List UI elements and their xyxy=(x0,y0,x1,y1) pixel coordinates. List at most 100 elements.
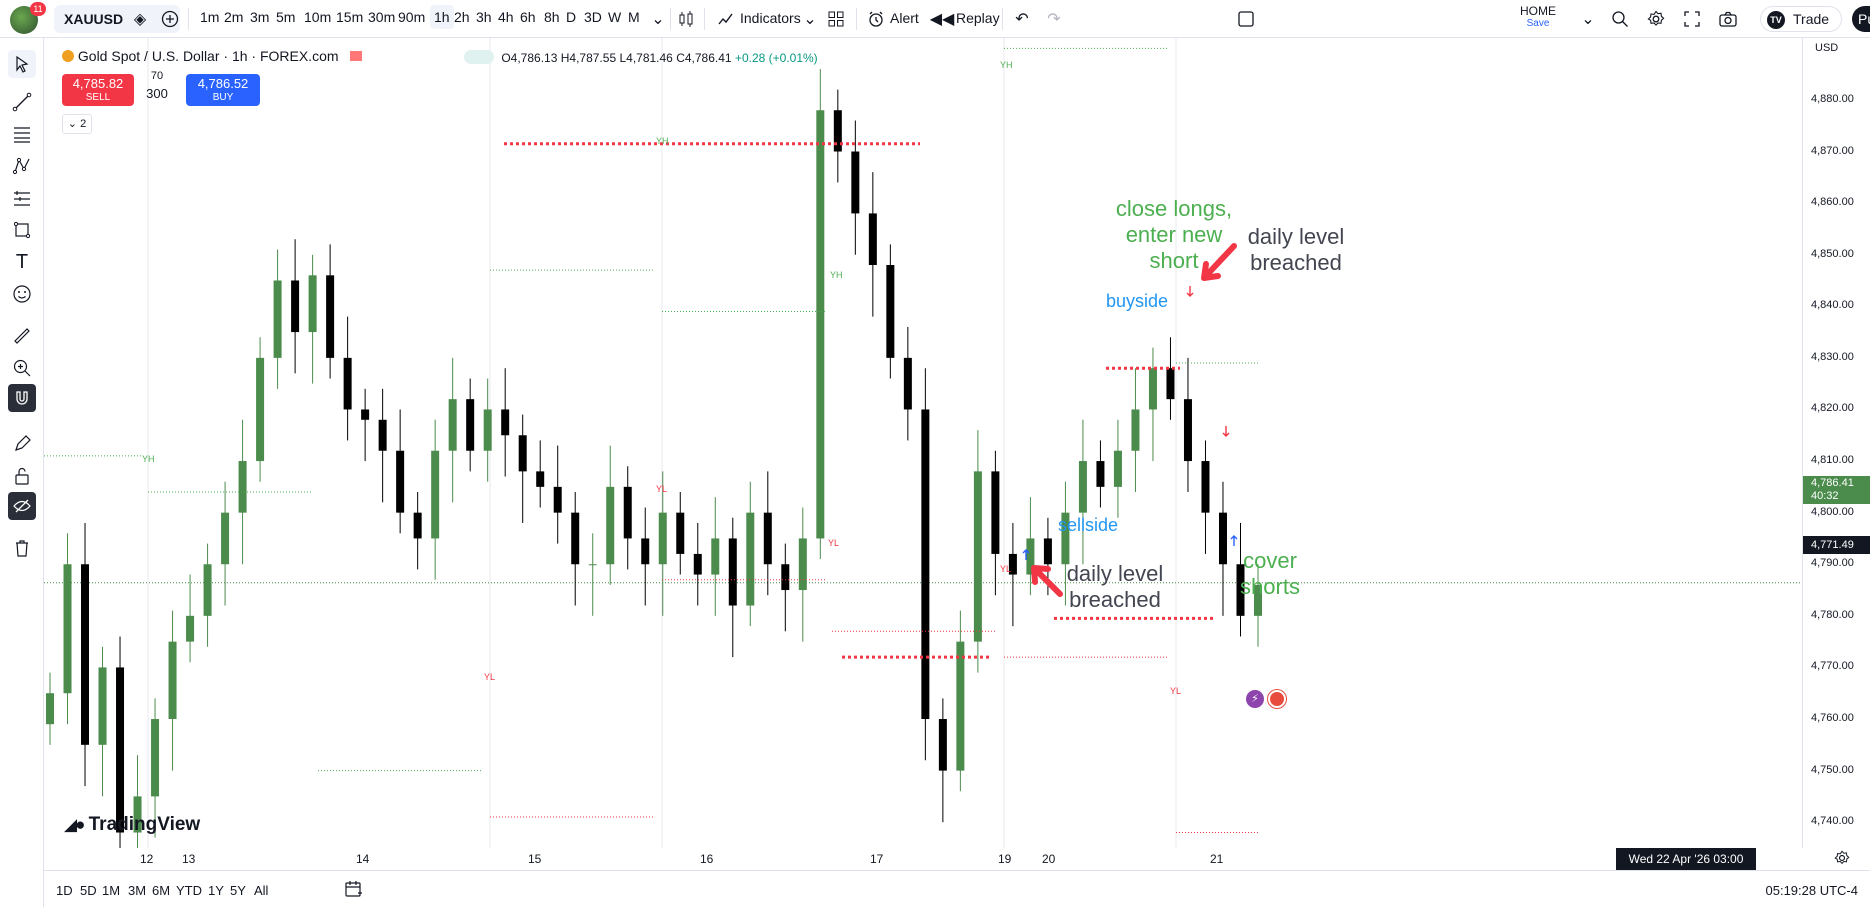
timeframe-3m[interactable]: 3m xyxy=(250,9,269,25)
symbol-search-icon[interactable]: ◈ xyxy=(128,7,152,31)
range-1D[interactable]: 1D xyxy=(56,883,73,898)
forecast-tool-icon[interactable] xyxy=(8,184,36,212)
time-label-13: 13 xyxy=(182,852,196,866)
camera-snapshot-icon[interactable] xyxy=(1716,7,1740,31)
candle-body xyxy=(518,435,527,472)
zoom-in-icon[interactable] xyxy=(8,354,36,382)
lock-drawings-icon[interactable] xyxy=(8,462,36,490)
candle-body xyxy=(168,641,177,720)
candlestick-chart[interactable]: YH YH YH YH YL YL YL YL YL xyxy=(44,38,1802,848)
text-tool-icon[interactable]: T xyxy=(8,248,36,276)
utc-clock[interactable]: 05:19:28 UTC-4 xyxy=(1766,883,1859,898)
legend-ohlc: O4,786.13 H4,787.55 L4,781.46 C4,786.41 … xyxy=(464,50,818,65)
timeframe-W[interactable]: W xyxy=(608,9,621,25)
candle-body xyxy=(308,275,317,333)
range-5D[interactable]: 5D xyxy=(80,883,97,898)
alert-clock-icon[interactable] xyxy=(864,7,888,31)
cursor-tool-icon[interactable] xyxy=(8,50,36,78)
yl-label: YL xyxy=(484,672,495,682)
range-All[interactable]: All xyxy=(254,883,268,898)
annotation-cover-shorts: cover shorts xyxy=(1230,548,1310,600)
price-axis[interactable]: USD 4,880.00 4,870.00 4,860.00 4,850.00 4,84… xyxy=(1802,38,1870,848)
range-3M[interactable]: 3M xyxy=(128,883,146,898)
sell-button[interactable]: 4,785.82 SELL xyxy=(62,74,134,106)
candle-body xyxy=(396,450,405,513)
time-label-15: 15 xyxy=(528,852,542,866)
quick-search-icon[interactable] xyxy=(1608,7,1632,31)
range-1M[interactable]: 1M xyxy=(102,883,120,898)
timeframe-5m[interactable]: 5m xyxy=(276,9,295,25)
timeframe-1m[interactable]: 1m xyxy=(200,9,219,25)
delete-trash-icon[interactable] xyxy=(8,534,36,562)
layout-save-menu[interactable]: HOME Save xyxy=(1508,4,1568,29)
indicators-collapse-button[interactable]: ⌄ 2 xyxy=(62,114,92,134)
range-6M[interactable]: 6M xyxy=(152,883,170,898)
timeframe-10m[interactable]: 10m xyxy=(304,9,331,25)
compare-add-icon[interactable] xyxy=(158,7,182,31)
layout-square-icon[interactable] xyxy=(1234,7,1258,31)
chevron-down-icon[interactable]: ⌄ xyxy=(1576,7,1600,31)
tradingview-logo[interactable]: ◢● TradingView xyxy=(64,814,200,836)
chart-pane[interactable]: YH YH YH YH YL YL YL YL YL Gold Spot / U.S. Doll… xyxy=(44,38,1802,848)
timeframe-30m[interactable]: 30m xyxy=(368,9,395,25)
range-1Y[interactable]: 1Y xyxy=(208,883,224,898)
timeframe-D[interactable]: D xyxy=(566,9,576,25)
candle-body xyxy=(833,110,842,152)
settings-gear-icon[interactable] xyxy=(1644,7,1668,31)
indicators-icon[interactable] xyxy=(714,7,738,31)
fib-retracement-icon[interactable] xyxy=(8,120,36,148)
time-label-17: 17 xyxy=(870,852,884,866)
hide-drawings-icon[interactable] xyxy=(8,492,36,520)
trend-line-icon[interactable] xyxy=(8,88,36,116)
pattern-tool-icon[interactable] xyxy=(8,152,36,180)
ruler-measure-icon[interactable] xyxy=(8,322,36,350)
annotation-line: close longs, xyxy=(1115,196,1233,221)
timeframe-1h[interactable]: 1h xyxy=(430,5,454,29)
lightning-event-icon[interactable]: ⚡ xyxy=(1246,690,1264,708)
buy-button[interactable]: 4,786.52 BUY xyxy=(186,74,260,106)
candle-body xyxy=(623,486,632,539)
candle-body xyxy=(1043,538,1052,565)
us-flag-event-icon[interactable] xyxy=(1268,690,1286,708)
trade-button[interactable]: TV Trade xyxy=(1760,6,1842,32)
undo-icon[interactable]: ↶ xyxy=(1010,7,1034,31)
candle-body xyxy=(1078,461,1087,513)
timeframe-4h[interactable]: 4h xyxy=(498,9,514,25)
emoji-icon[interactable] xyxy=(8,280,36,308)
timeframe-6h[interactable]: 6h xyxy=(520,9,536,25)
timeframe-15m[interactable]: 15m xyxy=(336,9,363,25)
timeframe-2h[interactable]: 2h xyxy=(454,9,470,25)
candle-type-icon[interactable] xyxy=(674,7,698,31)
spread-display: 70 300 xyxy=(134,70,180,101)
market-status-icon[interactable] xyxy=(464,50,494,64)
redo-icon[interactable]: ↷ xyxy=(1042,7,1066,31)
chevron-down-icon[interactable]: ⌄ xyxy=(798,7,822,31)
flag-icon[interactable] xyxy=(350,51,363,61)
replay-icon[interactable]: ◀◀ xyxy=(930,7,955,31)
timeframe-8h[interactable]: 8h xyxy=(544,9,560,25)
fullscreen-icon[interactable] xyxy=(1680,7,1704,31)
replay-button[interactable]: Replay xyxy=(956,10,1000,26)
indicators-button[interactable]: Indicators xyxy=(740,10,801,26)
layout-grid-icon[interactable] xyxy=(824,7,848,31)
shapes-tool-icon[interactable] xyxy=(8,216,36,244)
goto-date-icon[interactable] xyxy=(344,879,364,902)
annotation-close-longs: close longs, enter new short xyxy=(1094,196,1254,274)
magnet-icon[interactable] xyxy=(8,384,36,412)
stay-drawing-icon[interactable] xyxy=(8,430,36,458)
alert-button[interactable]: Alert xyxy=(890,10,919,26)
timeframe-2m[interactable]: 2m xyxy=(224,9,243,25)
timeframe-M[interactable]: M xyxy=(628,9,640,25)
legend-close: C4,786.41 xyxy=(676,51,732,65)
publish-button[interactable]: Pu xyxy=(1852,6,1870,32)
timeframe-3h[interactable]: 3h xyxy=(476,9,492,25)
timeframe-3D[interactable]: 3D xyxy=(584,9,602,25)
candle-body xyxy=(1131,409,1140,451)
range-5Y[interactable]: 5Y xyxy=(230,883,246,898)
chevron-down-icon[interactable]: ⌄ xyxy=(646,7,670,31)
range-YTD[interactable]: YTD xyxy=(176,883,202,898)
axis-settings-gear-icon[interactable] xyxy=(1834,850,1850,869)
currency-selector[interactable]: USD xyxy=(1815,42,1859,62)
time-axis[interactable]: 12 13 14 15 16 17 19 20 21 Wed 22 Apr '26 03:00 xyxy=(44,848,1850,870)
timeframe-90m[interactable]: 90m xyxy=(398,9,425,25)
